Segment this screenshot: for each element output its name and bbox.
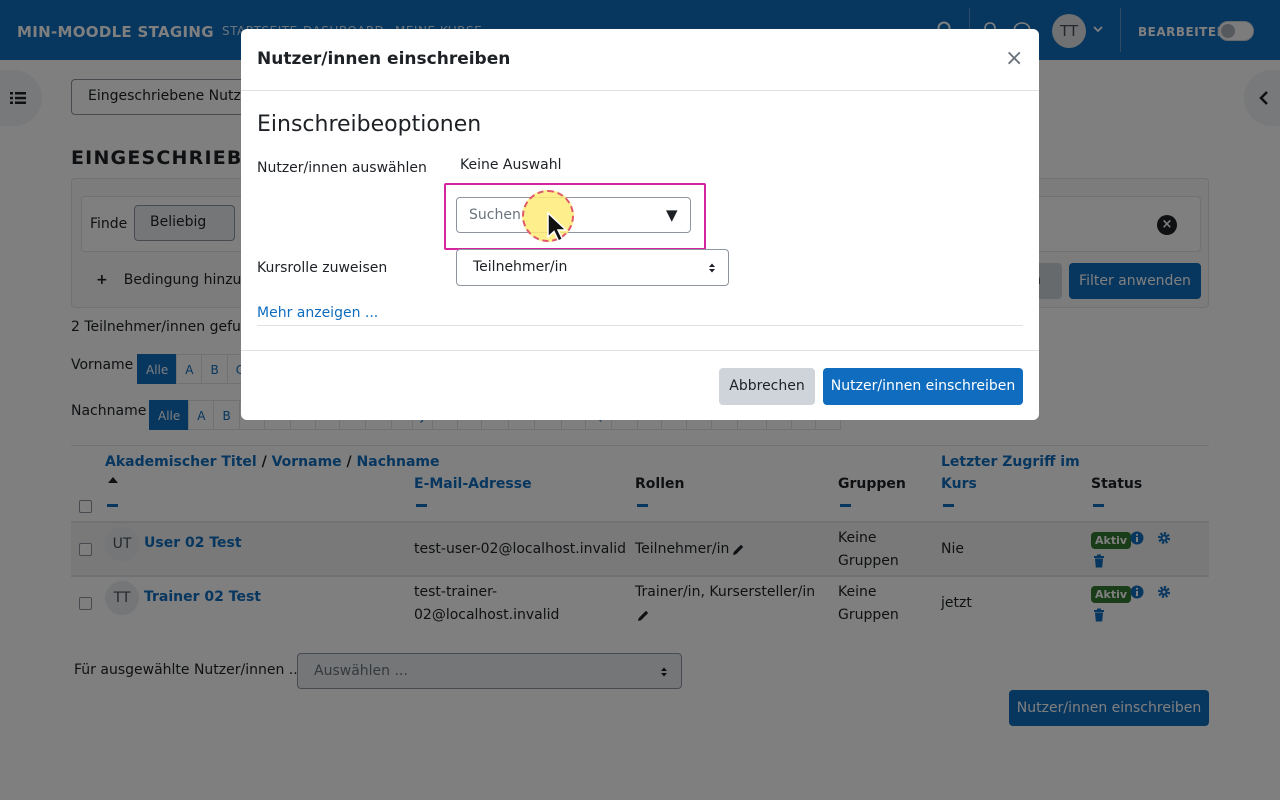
- highlight-annotation: [444, 183, 706, 250]
- modal-footer: Abbrechen Nutzer/innen einschreiben: [241, 350, 1039, 420]
- course-role-value: Teilnehmer/in: [473, 259, 568, 275]
- modal-title: Nutzer/innen einschreiben: [257, 49, 511, 69]
- modal-header: Nutzer/innen einschreiben ×: [241, 29, 1039, 91]
- show-more-link[interactable]: Mehr anzeigen ...: [257, 305, 378, 321]
- selection-status: Keine Auswahl: [460, 157, 562, 173]
- close-icon[interactable]: ×: [1005, 48, 1023, 70]
- enrolment-options-heading: Einschreibeoptionen: [257, 112, 482, 137]
- select-caret-icon: [709, 263, 715, 273]
- enrol-users-submit-button[interactable]: Nutzer/innen einschreiben: [823, 368, 1023, 405]
- course-role-select[interactable]: Teilnehmer/in: [456, 249, 729, 286]
- enrol-users-dialog: Nutzer/innen einschreiben × Einschreibeo…: [241, 29, 1039, 420]
- select-users-label: Nutzer/innen auswählen: [257, 160, 427, 176]
- section-divider: [257, 325, 1023, 326]
- cancel-button[interactable]: Abbrechen: [719, 368, 815, 405]
- mouse-cursor-icon: [547, 211, 568, 243]
- course-role-label: Kursrolle zuweisen: [257, 260, 388, 276]
